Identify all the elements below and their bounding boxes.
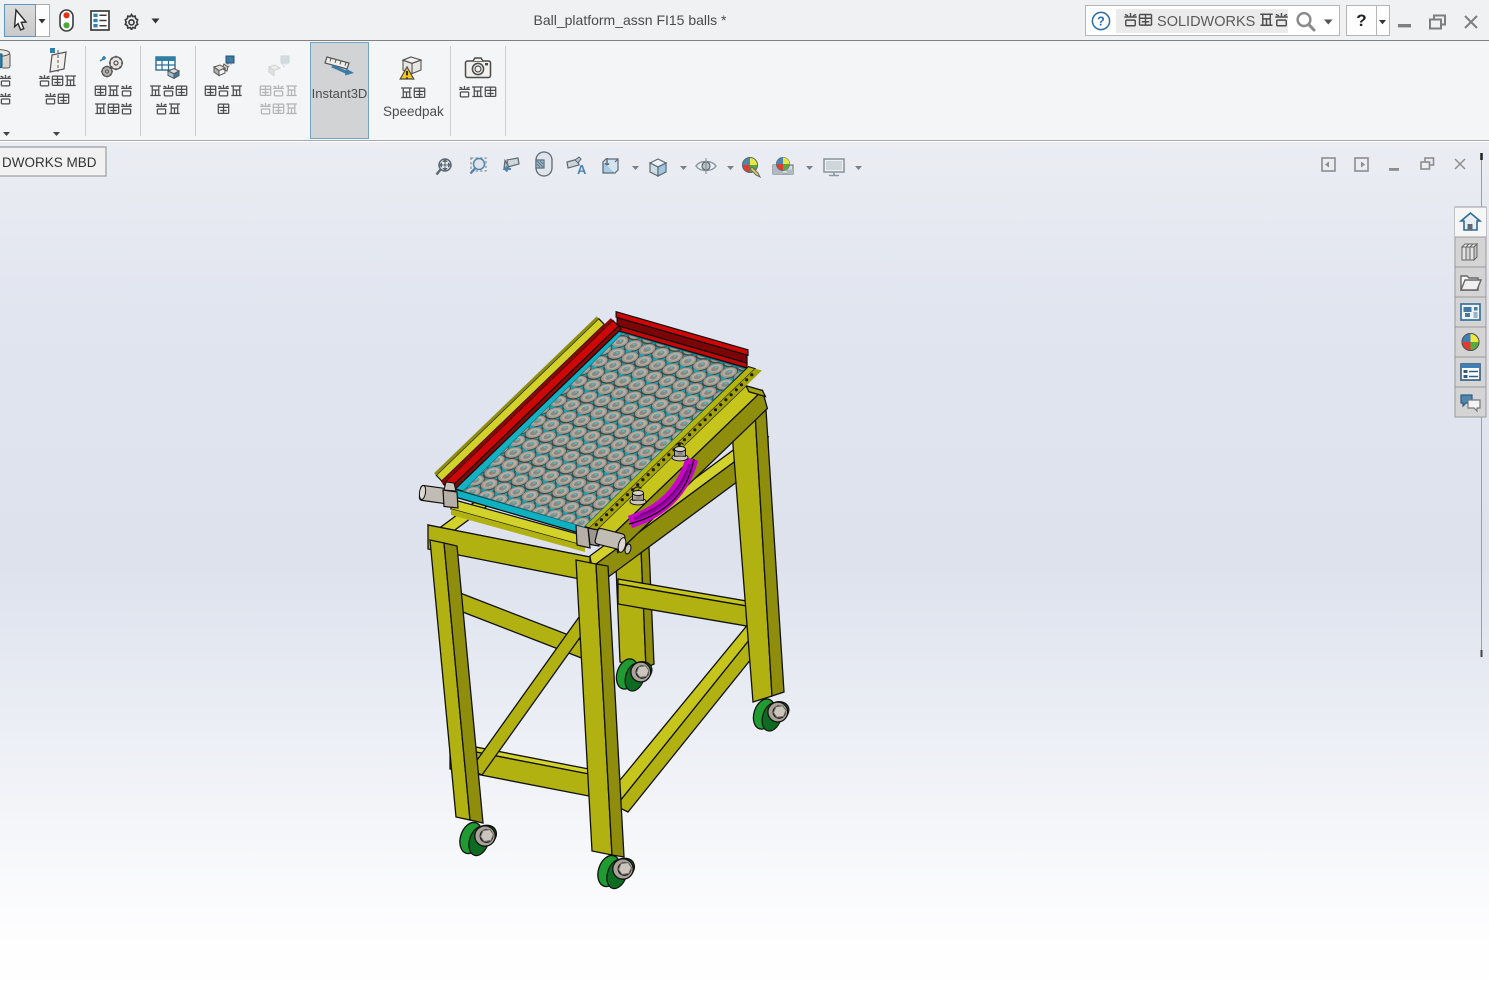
svg-text:A: A — [577, 162, 587, 177]
svg-text:?: ? — [1097, 15, 1105, 29]
svg-text:DWORKS MBD: DWORKS MBD — [2, 155, 97, 170]
